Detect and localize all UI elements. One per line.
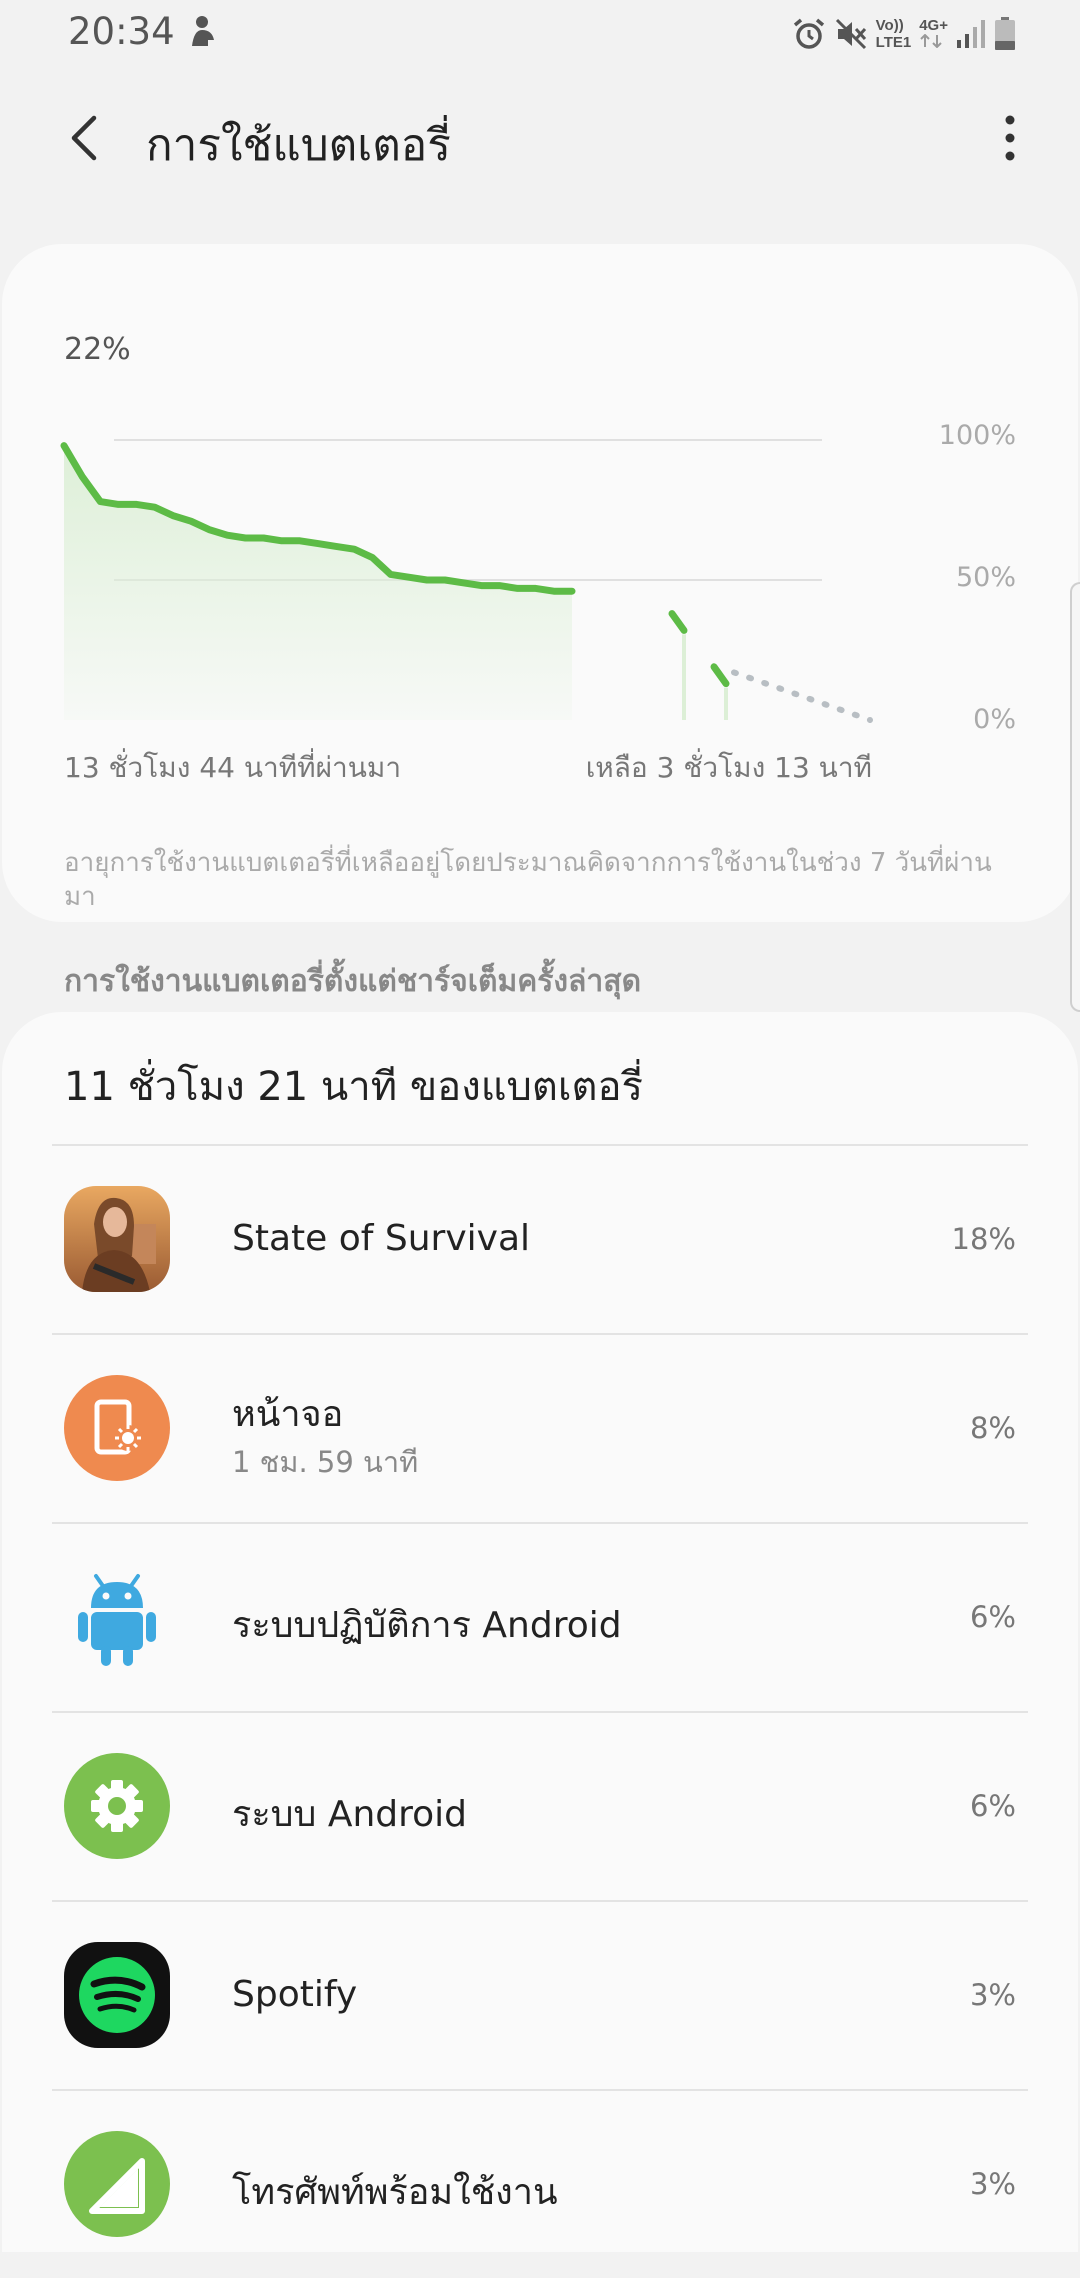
edge-panel-handle[interactable] — [1070, 582, 1080, 1012]
app-percent: 3% — [969, 2167, 1016, 2201]
usage-list: State of Survival 18% หน้าจอ 1 ชม. 59 นา… — [52, 1144, 1028, 2278]
volte-label: Vo)) — [875, 17, 904, 34]
spotify-icon — [64, 1942, 170, 2048]
app-name: State of Survival — [232, 1218, 531, 1259]
usage-row-android-system[interactable]: ระบบ Android 6% — [52, 1711, 1028, 1900]
x-axis-end-label: เหลือ 3 ชั่วโมง 13 นาที — [585, 751, 872, 784]
notification-person-icon — [192, 16, 214, 46]
app-name: โทรศัพท์พร้อมใช้งาน — [232, 2172, 558, 2213]
app-percent: 6% — [969, 1600, 1016, 1634]
volte-indicator: Vo)) LTE1 — [876, 17, 912, 51]
y-tick-100: 100% — [938, 420, 1016, 451]
page-title: การใช้แบตเตอรี่ — [146, 120, 451, 171]
battery-icon — [995, 17, 1015, 50]
signal-icon — [957, 20, 985, 48]
app-percent: 6% — [969, 1789, 1016, 1823]
usage-row-state-of-survival[interactable]: State of Survival 18% — [52, 1144, 1028, 1333]
app-screen-time: 1 ชม. 59 นาที — [232, 1445, 419, 1479]
section-header: การใช้งานแบตเตอรี่ตั้งแต่ชาร์จเต็มครั้งล… — [64, 964, 642, 999]
screen-icon — [64, 1375, 170, 1481]
status-icons: Vo)) LTE1 4G+ — [792, 12, 1016, 56]
usage-row-phone-idle[interactable]: โทรศัพท์พร้อมใช้งาน 3% — [52, 2089, 1028, 2278]
series-line-segment-2 — [668, 610, 688, 634]
usage-total: 11 ชั่วโมง 21 นาที ของแบตเตอรี่ — [64, 1064, 644, 1110]
app-percent: 3% — [969, 1978, 1016, 2012]
android-system-gear-icon — [64, 1753, 170, 1859]
app-name: Spotify — [232, 1974, 358, 2015]
app-bar: การใช้แบตเตอรี่ — [0, 90, 1080, 186]
app-name: ระบบปฏิบัติการ Android — [232, 1605, 622, 1646]
app-name: หน้าจอ — [232, 1394, 344, 1435]
usage-row-screen[interactable]: หน้าจอ 1 ชม. 59 นาที 8% — [52, 1333, 1028, 1522]
network-indicator: 4G+ — [919, 17, 948, 52]
usage-card: 11 ชั่วโมง 21 นาที ของแบตเตอรี่ State of… — [2, 1012, 1078, 2252]
series-line-segment-3 — [710, 663, 730, 688]
alarm-icon — [793, 18, 824, 49]
more-options-icon[interactable] — [990, 110, 1030, 166]
x-axis-start-label: 13 ชั่วโมง 44 นาทีที่ผ่านมา — [64, 751, 402, 784]
usage-row-android-os[interactable]: ระบบปฏิบัติการ Android 6% — [52, 1522, 1028, 1711]
lte-label: LTE1 — [875, 34, 912, 51]
mute-icon — [835, 18, 866, 50]
projection-line — [731, 669, 873, 723]
android-robot-icon — [78, 1574, 156, 1666]
back-arrow-icon[interactable] — [60, 112, 108, 164]
app-percent: 8% — [969, 1411, 1016, 1445]
state-of-survival-icon — [64, 1186, 170, 1292]
phone-idle-icon — [64, 2131, 170, 2237]
status-time: 20:34 — [68, 10, 175, 53]
status-bar: 20:34 Vo)) LTE1 4G+ — [0, 0, 1080, 68]
battery-chart-card: 22% 100% 50% 0% 13 ชั่วโมง 44 นาทีที่ผ่า… — [2, 244, 1078, 922]
app-percent: 18% — [951, 1222, 1016, 1256]
y-tick-50: 50% — [955, 562, 1016, 593]
chart-note: อายุการใช้งานแบตเตอรี่ที่เหลืออยู่โดยประ… — [64, 848, 992, 912]
app-name: ระบบ Android — [232, 1794, 468, 1835]
network-type-label: 4G+ — [919, 16, 948, 34]
y-tick-0: 0% — [973, 704, 1016, 735]
usage-row-spotify[interactable]: Spotify 3% — [52, 1900, 1028, 2089]
data-arrows-icon — [920, 33, 942, 48]
